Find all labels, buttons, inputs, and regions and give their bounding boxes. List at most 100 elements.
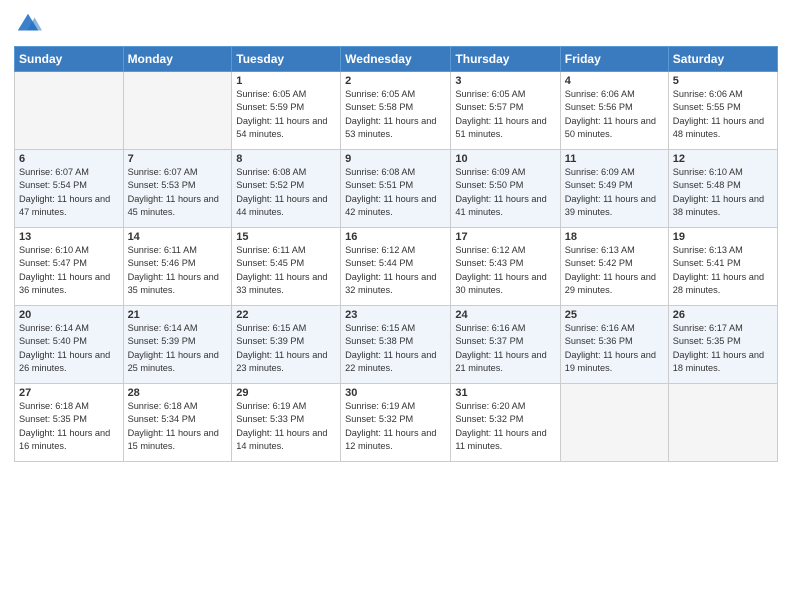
calendar-cell: 28Sunrise: 6:18 AMSunset: 5:34 PMDayligh… [123, 384, 232, 462]
calendar-cell: 12Sunrise: 6:10 AMSunset: 5:48 PMDayligh… [668, 150, 777, 228]
calendar-cell: 15Sunrise: 6:11 AMSunset: 5:45 PMDayligh… [232, 228, 341, 306]
day-info: Sunrise: 6:18 AMSunset: 5:34 PMDaylight:… [128, 400, 228, 453]
calendar-cell: 25Sunrise: 6:16 AMSunset: 5:36 PMDayligh… [560, 306, 668, 384]
calendar-cell: 22Sunrise: 6:15 AMSunset: 5:39 PMDayligh… [232, 306, 341, 384]
day-info: Sunrise: 6:07 AMSunset: 5:54 PMDaylight:… [19, 166, 119, 219]
day-number: 4 [565, 75, 664, 87]
day-number: 6 [19, 153, 119, 165]
day-info: Sunrise: 6:06 AMSunset: 5:56 PMDaylight:… [565, 88, 664, 141]
weekday-friday: Friday [560, 47, 668, 72]
calendar-cell: 6Sunrise: 6:07 AMSunset: 5:54 PMDaylight… [15, 150, 124, 228]
day-info: Sunrise: 6:12 AMSunset: 5:44 PMDaylight:… [345, 244, 446, 297]
calendar-cell: 1Sunrise: 6:05 AMSunset: 5:59 PMDaylight… [232, 72, 341, 150]
day-info: Sunrise: 6:11 AMSunset: 5:45 PMDaylight:… [236, 244, 336, 297]
header [14, 10, 778, 38]
calendar-cell: 24Sunrise: 6:16 AMSunset: 5:37 PMDayligh… [451, 306, 560, 384]
week-row-5: 27Sunrise: 6:18 AMSunset: 5:35 PMDayligh… [15, 384, 778, 462]
calendar-cell: 17Sunrise: 6:12 AMSunset: 5:43 PMDayligh… [451, 228, 560, 306]
calendar-cell: 19Sunrise: 6:13 AMSunset: 5:41 PMDayligh… [668, 228, 777, 306]
day-number: 27 [19, 387, 119, 399]
week-row-3: 13Sunrise: 6:10 AMSunset: 5:47 PMDayligh… [15, 228, 778, 306]
day-number: 21 [128, 309, 228, 321]
day-info: Sunrise: 6:09 AMSunset: 5:50 PMDaylight:… [455, 166, 555, 219]
day-number: 24 [455, 309, 555, 321]
calendar-cell: 3Sunrise: 6:05 AMSunset: 5:57 PMDaylight… [451, 72, 560, 150]
logo-icon [14, 10, 42, 38]
calendar-cell: 2Sunrise: 6:05 AMSunset: 5:58 PMDaylight… [341, 72, 451, 150]
day-info: Sunrise: 6:05 AMSunset: 5:59 PMDaylight:… [236, 88, 336, 141]
day-info: Sunrise: 6:15 AMSunset: 5:39 PMDaylight:… [236, 322, 336, 375]
weekday-tuesday: Tuesday [232, 47, 341, 72]
calendar-cell: 5Sunrise: 6:06 AMSunset: 5:55 PMDaylight… [668, 72, 777, 150]
calendar-cell [15, 72, 124, 150]
day-number: 22 [236, 309, 336, 321]
day-number: 18 [565, 231, 664, 243]
day-number: 16 [345, 231, 446, 243]
day-number: 28 [128, 387, 228, 399]
calendar-cell: 30Sunrise: 6:19 AMSunset: 5:32 PMDayligh… [341, 384, 451, 462]
day-info: Sunrise: 6:09 AMSunset: 5:49 PMDaylight:… [565, 166, 664, 219]
weekday-thursday: Thursday [451, 47, 560, 72]
day-number: 19 [673, 231, 773, 243]
day-info: Sunrise: 6:19 AMSunset: 5:33 PMDaylight:… [236, 400, 336, 453]
weekday-header-row: SundayMondayTuesdayWednesdayThursdayFrid… [15, 47, 778, 72]
calendar-cell: 9Sunrise: 6:08 AMSunset: 5:51 PMDaylight… [341, 150, 451, 228]
day-number: 10 [455, 153, 555, 165]
day-number: 2 [345, 75, 446, 87]
day-info: Sunrise: 6:10 AMSunset: 5:47 PMDaylight:… [19, 244, 119, 297]
calendar-cell: 16Sunrise: 6:12 AMSunset: 5:44 PMDayligh… [341, 228, 451, 306]
week-row-1: 1Sunrise: 6:05 AMSunset: 5:59 PMDaylight… [15, 72, 778, 150]
day-info: Sunrise: 6:13 AMSunset: 5:41 PMDaylight:… [673, 244, 773, 297]
calendar-cell: 11Sunrise: 6:09 AMSunset: 5:49 PMDayligh… [560, 150, 668, 228]
day-number: 7 [128, 153, 228, 165]
day-number: 30 [345, 387, 446, 399]
calendar-cell: 23Sunrise: 6:15 AMSunset: 5:38 PMDayligh… [341, 306, 451, 384]
day-number: 1 [236, 75, 336, 87]
calendar-cell: 8Sunrise: 6:08 AMSunset: 5:52 PMDaylight… [232, 150, 341, 228]
day-number: 25 [565, 309, 664, 321]
calendar-cell: 21Sunrise: 6:14 AMSunset: 5:39 PMDayligh… [123, 306, 232, 384]
calendar-cell: 4Sunrise: 6:06 AMSunset: 5:56 PMDaylight… [560, 72, 668, 150]
day-info: Sunrise: 6:16 AMSunset: 5:36 PMDaylight:… [565, 322, 664, 375]
day-info: Sunrise: 6:20 AMSunset: 5:32 PMDaylight:… [455, 400, 555, 453]
day-number: 29 [236, 387, 336, 399]
calendar-cell: 14Sunrise: 6:11 AMSunset: 5:46 PMDayligh… [123, 228, 232, 306]
calendar-cell: 13Sunrise: 6:10 AMSunset: 5:47 PMDayligh… [15, 228, 124, 306]
calendar-cell: 20Sunrise: 6:14 AMSunset: 5:40 PMDayligh… [15, 306, 124, 384]
page: SundayMondayTuesdayWednesdayThursdayFrid… [0, 0, 792, 612]
day-number: 20 [19, 309, 119, 321]
day-number: 17 [455, 231, 555, 243]
day-info: Sunrise: 6:05 AMSunset: 5:58 PMDaylight:… [345, 88, 446, 141]
day-number: 3 [455, 75, 555, 87]
calendar-cell: 18Sunrise: 6:13 AMSunset: 5:42 PMDayligh… [560, 228, 668, 306]
day-number: 23 [345, 309, 446, 321]
day-number: 13 [19, 231, 119, 243]
weekday-wednesday: Wednesday [341, 47, 451, 72]
day-info: Sunrise: 6:19 AMSunset: 5:32 PMDaylight:… [345, 400, 446, 453]
calendar-cell: 10Sunrise: 6:09 AMSunset: 5:50 PMDayligh… [451, 150, 560, 228]
day-info: Sunrise: 6:08 AMSunset: 5:52 PMDaylight:… [236, 166, 336, 219]
calendar-cell: 29Sunrise: 6:19 AMSunset: 5:33 PMDayligh… [232, 384, 341, 462]
day-number: 26 [673, 309, 773, 321]
day-info: Sunrise: 6:10 AMSunset: 5:48 PMDaylight:… [673, 166, 773, 219]
day-info: Sunrise: 6:12 AMSunset: 5:43 PMDaylight:… [455, 244, 555, 297]
calendar-cell: 31Sunrise: 6:20 AMSunset: 5:32 PMDayligh… [451, 384, 560, 462]
calendar-cell [560, 384, 668, 462]
day-info: Sunrise: 6:13 AMSunset: 5:42 PMDaylight:… [565, 244, 664, 297]
day-number: 5 [673, 75, 773, 87]
day-number: 8 [236, 153, 336, 165]
day-info: Sunrise: 6:11 AMSunset: 5:46 PMDaylight:… [128, 244, 228, 297]
week-row-2: 6Sunrise: 6:07 AMSunset: 5:54 PMDaylight… [15, 150, 778, 228]
day-info: Sunrise: 6:05 AMSunset: 5:57 PMDaylight:… [455, 88, 555, 141]
week-row-4: 20Sunrise: 6:14 AMSunset: 5:40 PMDayligh… [15, 306, 778, 384]
weekday-saturday: Saturday [668, 47, 777, 72]
day-number: 15 [236, 231, 336, 243]
calendar-cell: 26Sunrise: 6:17 AMSunset: 5:35 PMDayligh… [668, 306, 777, 384]
day-info: Sunrise: 6:18 AMSunset: 5:35 PMDaylight:… [19, 400, 119, 453]
day-number: 9 [345, 153, 446, 165]
calendar-table: SundayMondayTuesdayWednesdayThursdayFrid… [14, 46, 778, 462]
day-info: Sunrise: 6:17 AMSunset: 5:35 PMDaylight:… [673, 322, 773, 375]
day-info: Sunrise: 6:15 AMSunset: 5:38 PMDaylight:… [345, 322, 446, 375]
calendar-cell: 27Sunrise: 6:18 AMSunset: 5:35 PMDayligh… [15, 384, 124, 462]
weekday-sunday: Sunday [15, 47, 124, 72]
